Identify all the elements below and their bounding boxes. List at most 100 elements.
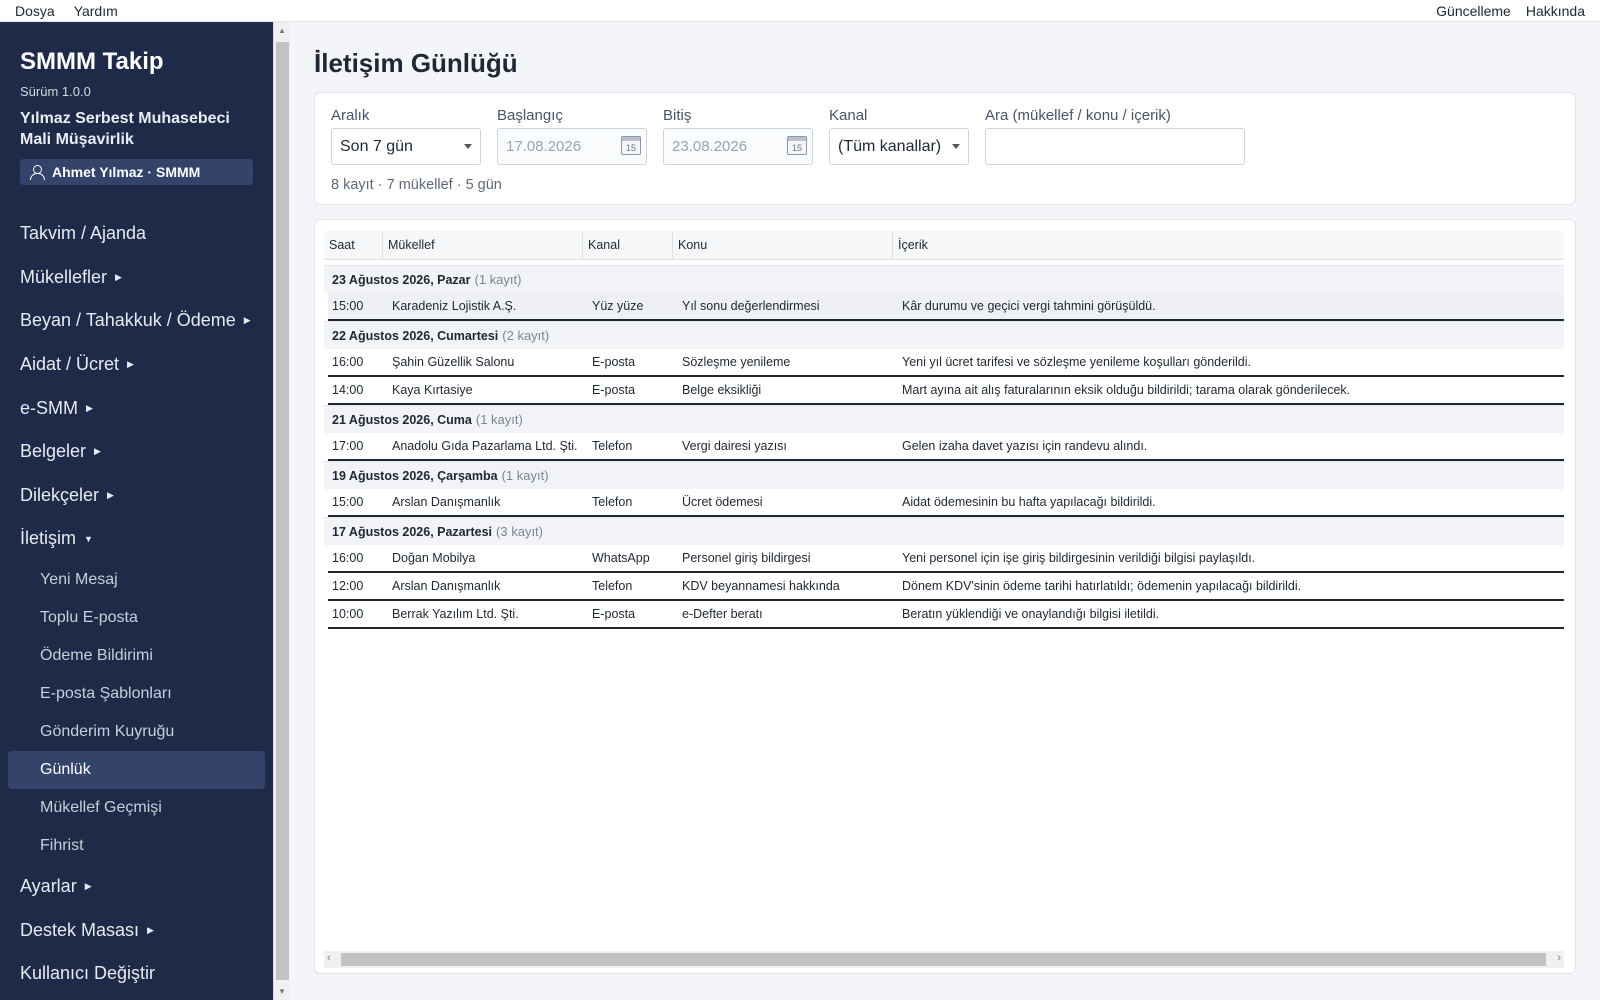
channel-select-value: (Tüm kanallar) [838, 137, 942, 155]
user-icon [30, 165, 45, 180]
scroll-right-icon[interactable]: › [1557, 952, 1561, 964]
menu-bar: Dosya Yardım Güncelleme Hakkında [0, 0, 1600, 22]
sidebar-item-communication[interactable]: İletişim ▼ [0, 517, 273, 561]
expand-arrow-icon: ▶ [127, 359, 134, 370]
menu-about[interactable]: Hakkında [1526, 3, 1585, 19]
expand-arrow-icon: ▶ [115, 271, 122, 282]
table-row[interactable]: 12:00 Arslan Danışmanlık Telefon KDV bey… [328, 573, 1564, 601]
sidebar-item-clients[interactable]: Mükellefler ▶ [0, 256, 273, 300]
page-title: İletişim Günlüğü [314, 48, 518, 78]
sidebar-item-documents[interactable]: Belgeler ▶ [0, 430, 273, 474]
cell-client: Karadeniz Lojistik A.Ş. [392, 299, 517, 313]
sidebar-item-petitions[interactable]: Dilekçeler ▶ [0, 474, 273, 518]
table-row[interactable]: 15:00 Karadeniz Lojistik A.Ş. Yüz yüze Y… [328, 293, 1564, 321]
calendar-icon[interactable]: 15 [621, 136, 641, 155]
scroll-left-icon[interactable]: ‹ [327, 952, 331, 964]
date-group-header[interactable]: 19 Ağustos 2026, Çarşamba (1 kayıt) [324, 461, 1564, 489]
table-row[interactable]: 16:00 Doğan Mobilya WhatsApp Personel gi… [328, 545, 1564, 573]
column-header-channel[interactable]: Kanal [583, 231, 673, 259]
sidebar-subitem-bulk-email[interactable]: Toplu E-posta [0, 599, 273, 637]
sidebar-subitem-new-message[interactable]: Yeni Mesaj [0, 561, 273, 599]
column-header-content[interactable]: İçerik [893, 231, 1564, 259]
cell-content: Beratın yüklendiği ve onaylandığı bilgis… [902, 607, 1160, 621]
expand-arrow-icon: ▶ [86, 402, 93, 413]
sidebar-item-declarations[interactable]: Beyan / Tahakkuk / Ödeme ▶ [0, 299, 273, 343]
firm-name-line2: Mali Müşavirlik [20, 131, 134, 148]
sidebar-item-calendar[interactable]: Takvim / Ajanda [0, 212, 273, 256]
firm-name-line1: Yılmaz Serbest Muhasebeci [20, 110, 230, 127]
table-row[interactable]: 10:00 Berrak Yazılım Ltd. Şti. E-posta e… [328, 601, 1564, 629]
app-version: Sürüm 1.0.0 [20, 84, 91, 99]
sidebar-item-label: e-SMM [20, 397, 78, 418]
cell-client: Kaya Kırtasiye [392, 383, 473, 397]
group-date: 17 Ağustos 2026, Pazartesi [332, 524, 493, 539]
cell-subject: Personel giriş bildirgesi [682, 551, 811, 565]
sidebar-item-label: Beyan / Tahakkuk / Ödeme [20, 310, 236, 331]
cell-time: 16:00 [332, 551, 364, 565]
cell-time: 16:00 [332, 355, 364, 369]
column-header-time[interactable]: Saat [324, 231, 383, 259]
sidebar-subitem-client-history[interactable]: Mükellef Geçmişi [0, 789, 273, 827]
menu-update[interactable]: Güncelleme [1436, 3, 1511, 19]
date-group-header[interactable]: 23 Ağustos 2026, Pazar (1 kayıt) [324, 265, 1564, 293]
scrollbar-thumb[interactable] [341, 953, 1546, 966]
sidebar-item-label: Aidat / Ücret [20, 354, 120, 375]
sidebar-scrollbar[interactable]: ▲ ▼ [273, 22, 290, 1000]
channel-select[interactable]: (Tüm kanallar) [829, 128, 969, 165]
cell-content: Gelen izaha davet yazısı için randevu al… [902, 439, 1148, 453]
menu-file[interactable]: Dosya [15, 3, 55, 19]
date-group-header[interactable]: 21 Ağustos 2026, Cuma (1 kayıt) [324, 405, 1564, 433]
sidebar-subitem-send-queue[interactable]: Gönderim Kuyruğu [0, 713, 273, 751]
sidebar-subitem-directory[interactable]: Fihrist [0, 827, 273, 865]
sidebar-subitem-log[interactable]: Günlük [8, 750, 265, 789]
cell-client: Anadolu Gıda Pazarlama Ltd. Şti. [392, 439, 578, 453]
range-select[interactable]: Son 7 gün [331, 128, 481, 165]
sidebar-item-label: Dilekçeler [20, 484, 100, 505]
user-badge[interactable]: Ahmet Yılmaz · SMMM [20, 159, 253, 185]
search-label: Ara (mükellef / konu / içerik) [985, 107, 1171, 124]
scroll-down-icon[interactable]: ▼ [278, 987, 286, 996]
cell-client: Berrak Yazılım Ltd. Şti. [392, 607, 519, 621]
sidebar-subitem-email-templates[interactable]: E-posta Şablonları [0, 675, 273, 713]
range-label: Aralık [331, 107, 370, 124]
sidebar: SMMM Takip Sürüm 1.0.0 Yılmaz Serbest Mu… [0, 22, 273, 1000]
end-date-field[interactable]: 23.08.2026 15 [663, 128, 813, 165]
sidebar-item-switch-user[interactable]: Kullanıcı Değiştir [0, 952, 273, 996]
date-group-header[interactable]: 17 Ağustos 2026, Pazartesi (3 kayıt) [324, 517, 1564, 545]
sidebar-item-label: Ayarlar [20, 876, 77, 897]
column-header-subject[interactable]: Konu [673, 231, 893, 259]
channel-label: Kanal [829, 107, 868, 124]
cell-subject: KDV beyannamesi hakkında [682, 579, 840, 593]
cell-content: Aidat ödemesinin bu hafta yapılacağı bil… [902, 495, 1156, 509]
sidebar-item-support[interactable]: Destek Masası ▶ [0, 908, 273, 952]
column-header-client[interactable]: Mükellef [383, 231, 583, 259]
table-horizontal-scrollbar[interactable]: ‹ › [324, 951, 1564, 968]
sidebar-item-fees[interactable]: Aidat / Ücret ▶ [0, 343, 273, 387]
scroll-up-icon[interactable]: ▲ [278, 26, 286, 35]
cell-client: Arslan Danışmanlık [392, 579, 501, 593]
table-row[interactable]: 17:00 Anadolu Gıda Pazarlama Ltd. Şti. T… [328, 433, 1564, 461]
start-date-field[interactable]: 17.08.2026 15 [497, 128, 647, 165]
sidebar-item-esmm[interactable]: e-SMM ▶ [0, 386, 273, 430]
sidebar-item-settings[interactable]: Ayarlar ▶ [0, 865, 273, 909]
cell-subject: Yıl sonu değerlendirmesi [682, 299, 820, 313]
sidebar-subitem-payment-notice[interactable]: Ödeme Bildirimi [0, 637, 273, 675]
user-name: Ahmet Yılmaz · SMMM [52, 164, 201, 180]
cell-channel: Telefon [592, 495, 633, 509]
table-row[interactable]: 15:00 Arslan Danışmanlık Telefon Ücret ö… [328, 489, 1564, 517]
group-count: (2 kayıt) [502, 328, 550, 343]
scrollbar-thumb[interactable] [276, 42, 289, 980]
firm-name: Yılmaz Serbest Muhasebeci Mali Müşavirli… [20, 108, 260, 150]
table-row[interactable]: 16:00 Şahin Güzellik Salonu E-posta Sözl… [328, 349, 1564, 377]
calendar-icon[interactable]: 15 [787, 136, 807, 155]
menu-help[interactable]: Yardım [74, 3, 118, 19]
date-group-header[interactable]: 22 Ağustos 2026, Cumartesi (2 kayıt) [324, 321, 1564, 349]
cell-time: 17:00 [332, 439, 364, 453]
cell-content: Yeni yıl ücret tarifesi ve sözleşme yeni… [902, 355, 1252, 369]
start-date-value: 17.08.2026 [506, 138, 582, 155]
search-input[interactable] [985, 128, 1245, 165]
cell-content: Yeni personel için işe giriş bildirgesin… [902, 551, 1256, 565]
group-count: (1 kayıt) [475, 412, 523, 427]
table-row[interactable]: 14:00 Kaya Kırtasiye E-posta Belge eksik… [328, 377, 1564, 405]
chevron-down-icon [952, 144, 960, 149]
